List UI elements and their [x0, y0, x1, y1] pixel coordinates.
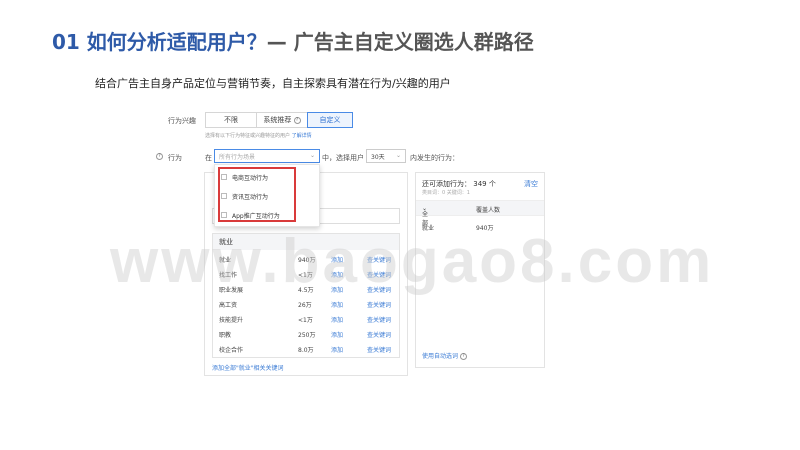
auto-select-link[interactable]: 使用自动选词 ? [422, 351, 467, 360]
interest-label: 行为兴趣 [168, 117, 196, 125]
add-button[interactable]: 添加 [331, 315, 343, 324]
add-button[interactable]: 添加 [331, 345, 343, 354]
keyword-link[interactable]: 查关键词 [367, 330, 391, 339]
dropdown-item-news[interactable]: 资讯互动行为 [221, 190, 268, 202]
watermark: www.baogao8.com [110, 227, 715, 296]
segment-unlimited[interactable]: 不限 [205, 112, 257, 128]
selected-title: 还可添加行为： 349 个 [422, 179, 496, 189]
page-title: 01 如何分析适配用户？— 广告主自定义圈选人群路径 [52, 26, 534, 55]
table-row: 高工资 26万 添加 查关键词 [213, 297, 399, 311]
col-coverage: 覆盖人数 [476, 207, 501, 214]
help-icon: ? [293, 116, 301, 124]
days-select[interactable]: 30天 ⌄ [366, 149, 406, 163]
dropdown-item-label: 电商互动行为 [232, 174, 269, 182]
dropdown-item-app[interactable]: App推广互动行为 [221, 209, 280, 221]
interest-hint: 选择有以下行为特征或兴趣特征的用户 了解详情 [205, 132, 312, 139]
days-value: 30天 [371, 153, 385, 161]
dropdown-item-label: App推广互动行为 [232, 212, 280, 220]
behavior-label: 行为 [168, 154, 182, 162]
segment-recommended-label: 系统推荐 [263, 116, 292, 124]
checkbox-icon [221, 193, 227, 199]
row-count: 26万 [298, 302, 312, 309]
add-button[interactable]: 添加 [331, 330, 343, 339]
page-subtitle: 结合广告主自身产品定位与营销节奏，自主探索具有潜在行为/兴趣的用户 [95, 77, 451, 90]
table-row: 技能提升 <1万 添加 查关键词 [213, 312, 399, 326]
dropdown-item-ecommerce[interactable]: 电商互动行为 [221, 171, 268, 183]
keyword-link[interactable]: 查关键词 [367, 300, 391, 309]
title-sub: — 广告主自定义圈选人群路径 [266, 30, 534, 54]
help-icon: ? [459, 353, 467, 360]
hint-text: 选择有以下行为特征或兴趣特征的用户 [205, 133, 291, 139]
checkbox-icon [221, 212, 227, 218]
selected-table-header: 全部 ⌄ 覆盖人数 [416, 200, 544, 227]
scene-placeholder: 所有行为场景 [219, 153, 256, 161]
keyword-link[interactable]: 查关键词 [367, 345, 391, 354]
auto-select-label: 使用自动选词 [422, 353, 459, 360]
add-button[interactable]: 添加 [331, 300, 343, 309]
table-row: 校企合作 8.0万 添加 查关键词 [213, 342, 399, 356]
row-name: 高工资 [219, 302, 238, 309]
behavior-help-icon: ? [156, 152, 163, 160]
dropdown-item-label: 资讯互动行为 [232, 193, 269, 201]
hint-link[interactable]: 了解详情 [292, 133, 312, 139]
row-name: 职教 [219, 332, 232, 339]
clear-button[interactable]: 清空 [524, 179, 538, 189]
title-main: 01 如何分析适配用户？ [52, 30, 267, 54]
segment-recommended[interactable]: 系统推荐 ? [256, 112, 308, 128]
row-name: 技能提升 [219, 317, 244, 324]
row-count: 250万 [298, 332, 316, 339]
checkbox-icon [221, 174, 227, 180]
chevron-down-icon: ⌄ [309, 152, 315, 159]
row-count: <1万 [298, 317, 313, 324]
middle-text: 中，选择用户 [322, 154, 364, 162]
scene-select[interactable]: 所有行为场景 ⌄ [214, 149, 320, 163]
keyword-link[interactable]: 查关键词 [367, 315, 391, 324]
row-name: 校企合作 [219, 347, 244, 354]
selected-summary: 类目词：0 关键词：1 [422, 190, 470, 196]
col-all[interactable]: 全部 ⌄ [422, 205, 428, 227]
selected-count: 349 个 [473, 180, 496, 188]
table-row: 职教 250万 添加 查关键词 [213, 327, 399, 341]
tail-text: 内发生的行为： [410, 154, 459, 162]
scene-dropdown: 电商互动行为 资讯互动行为 App推广互动行为 [214, 164, 320, 227]
in-label: 在 [205, 154, 212, 162]
chevron-down-icon: ⌄ [395, 152, 401, 159]
segment-custom[interactable]: 自定义 [307, 112, 353, 128]
add-all-link[interactable]: 添加全部"就业"相关关键词 [212, 363, 284, 372]
selected-title-label: 还可添加行为： [422, 180, 471, 188]
row-count: 8.0万 [298, 347, 314, 354]
